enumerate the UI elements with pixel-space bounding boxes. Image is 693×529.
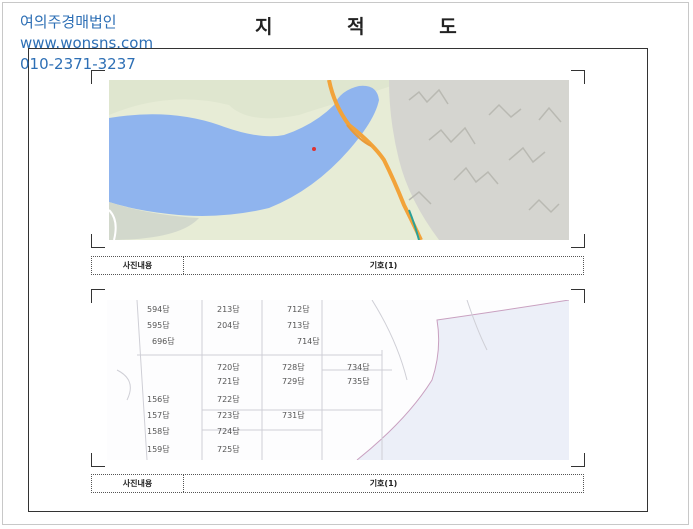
parcel-label: 728답 [282, 362, 305, 372]
parcel-label: 734답 [347, 362, 370, 372]
parcel-label: 723답 [217, 410, 240, 420]
parcel-label: 204답 [217, 320, 240, 330]
parcel-label: 721답 [217, 376, 240, 386]
parcel-label: 720답 [217, 362, 240, 372]
crop-mark [91, 453, 105, 467]
crop-mark [571, 70, 585, 84]
document-sheet: 사진내용 기호(1) 594답 213답 712답 595답 204답 713답… [28, 48, 648, 512]
parcel-label: 714답 [297, 336, 320, 346]
caption-row: 사진내용 기호(1) [91, 474, 584, 493]
parcel-label: 213답 [217, 304, 240, 314]
parcel-label: 731답 [282, 410, 305, 420]
cadastral-map-image: 594답 213답 712답 595답 204답 713답 696답 714답 720답 728답… [107, 300, 569, 460]
crop-mark [91, 234, 105, 248]
parcel-label: 594답 [147, 304, 170, 314]
caption-value: 기호(1) [369, 261, 398, 270]
cadastral-map: 594답 213답 712답 595답 204답 713답 696답 714답 720답 728답… [107, 300, 569, 460]
parcel-label: 735답 [347, 376, 370, 386]
parcel-label: 724답 [217, 426, 240, 436]
caption-label: 사진내용 [92, 475, 184, 492]
document-title: 지 적 도 [255, 16, 491, 38]
crop-mark [91, 289, 105, 303]
caption-label: 사진내용 [92, 257, 184, 274]
crop-mark [571, 453, 585, 467]
parcel-label: 712답 [287, 304, 310, 314]
parcel-label: 158답 [147, 426, 170, 436]
watermark-company: 여의주경매법인 [20, 13, 117, 31]
watermark-phone: 010-2371-3237 [20, 55, 136, 73]
watermark-website: www.wonsns.com [20, 34, 154, 52]
parcel-label: 729답 [282, 376, 305, 386]
location-map [109, 80, 569, 240]
crop-mark [571, 234, 585, 248]
location-map-image [109, 80, 569, 240]
parcel-label: 722답 [217, 394, 240, 404]
parcel-label: 696답 [152, 336, 175, 346]
parcel-label: 713답 [287, 320, 310, 330]
caption-row: 사진내용 기호(1) [91, 256, 584, 275]
parcel-label: 157답 [147, 410, 170, 420]
map-marker [312, 147, 316, 151]
watermark: 여의주경매법인 www.wonsns.com 010-2371-3237 [20, 12, 153, 75]
parcel-label: 156답 [147, 394, 170, 404]
crop-mark [571, 289, 585, 303]
caption-value: 기호(1) [369, 479, 398, 488]
parcel-label: 725답 [217, 444, 240, 454]
parcel-label: 159답 [147, 444, 170, 454]
parcel-label: 595답 [147, 320, 170, 330]
